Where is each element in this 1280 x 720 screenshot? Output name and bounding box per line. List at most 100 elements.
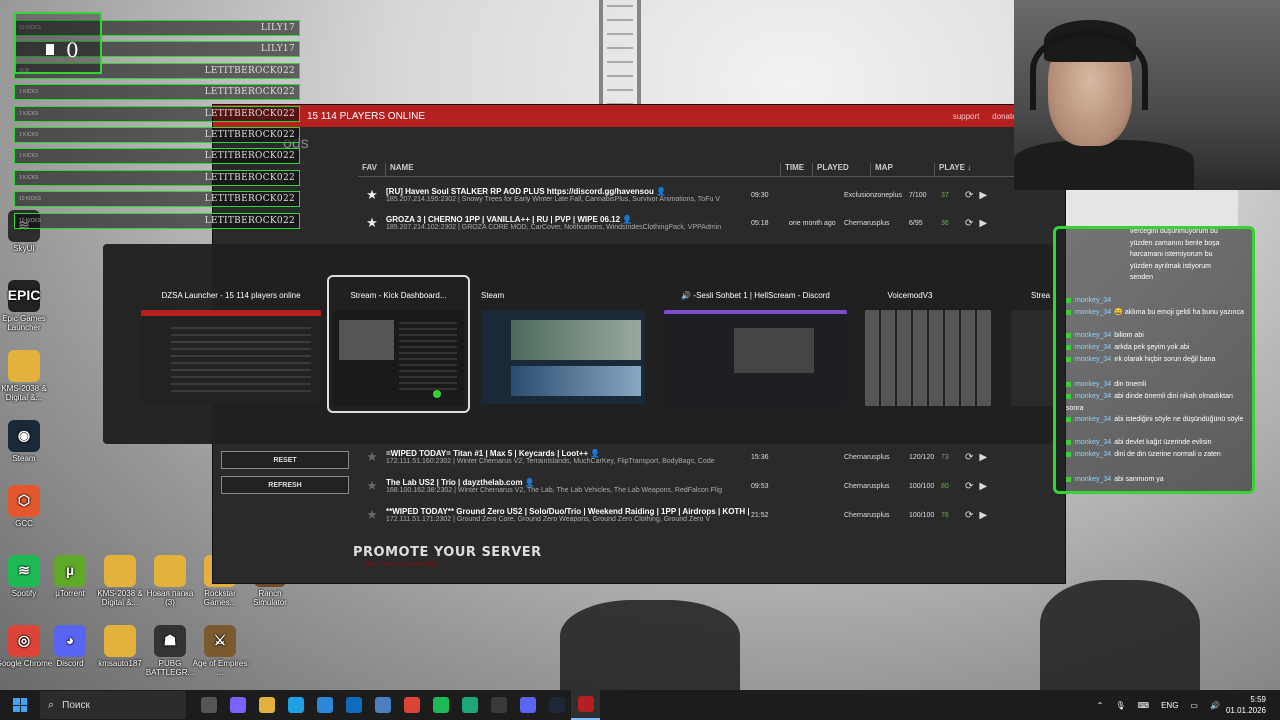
language-indicator[interactable]: ENG [1161,701,1178,710]
favorite-star-icon[interactable]: ★ [358,215,386,231]
promote-server-heading[interactable]: PROMOTE YOUR SERVER [353,545,542,560]
server-players: 7/100 [909,191,927,199]
col-name[interactable]: NAME [386,163,781,176]
play-icon[interactable]: ▶ [979,510,987,521]
clock-date: 01.01.2026 [1225,706,1266,715]
favorite-star-icon[interactable]: ★ [358,478,386,494]
microphone-icon[interactable]: 🎙 [1115,701,1125,710]
headset-icon [1030,30,1148,110]
switcher-thumb-discord[interactable] [664,310,847,406]
play-icon[interactable]: ▶ [979,481,987,492]
play-icon[interactable]: ▶ [979,190,987,201]
keyboard-icon[interactable]: ⌨ [1138,701,1150,710]
taskbar-app-app-gray[interactable] [484,690,513,720]
start-button[interactable] [0,690,40,720]
switcher-thumb-stream2[interactable] [1011,310,1053,406]
reset-button[interactable]: RESET [221,451,349,469]
favorite-star-icon[interactable]: ★ [358,507,386,523]
switcher-thumb-kick[interactable] [333,310,464,406]
desktop-icon[interactable]: EPIC Epic Games Launcher [0,280,53,333]
chat-text: abi istediğini söyle ne düşündüğünü söyl… [1114,416,1244,423]
desktop-icon[interactable]: ⚔ Age of Empires ... [191,625,249,678]
app-icon: ⬡ [8,485,40,517]
app-icon [104,555,136,587]
favorite-star-icon[interactable]: ★ [358,187,386,203]
favorite-star-icon[interactable]: ★ [358,449,386,465]
server-name: =WIPED TODAY= Titan #1 | Max 5 | Keycard… [386,449,601,458]
chat-username: monkey_34 [1075,309,1112,316]
steam-icon [548,697,565,713]
server-time: 15:36 [751,453,769,461]
refresh-icon[interactable]: ⟳ [965,481,973,492]
play-icon[interactable]: ▶ [979,452,987,463]
server-row[interactable]: ★ **WIPED TODAY** Ground Zero US2 | Solo/… [358,501,1048,529]
taskbar-app-spotify[interactable] [426,690,455,720]
app-icon: ☗ [154,625,186,657]
server-row[interactable]: ★ =WIPED TODAY= Titan #1 | Max 5 | Keycar… [358,443,1048,471]
thumb-discord-screen [734,328,814,373]
network-icon[interactable]: ▭ [1190,701,1198,710]
user-badge-icon [1066,439,1071,445]
refresh-icon[interactable]: ⟳ [965,510,973,521]
refresh-icon[interactable]: ⟳ [965,218,973,229]
desktop-icon-label: SkyUI [13,244,35,253]
desktop-icon[interactable]: KMS-2038 & Digital &... [0,350,53,403]
col-map[interactable]: MAP [871,163,935,176]
chat-message: monkey_34 abi sanmıom ya [1066,474,1252,486]
server-row[interactable]: ★ The Lab US2 | Trio | dayzthelab.com 👤 16… [358,472,1048,500]
kick-counter-value: 0 [66,38,79,62]
chat-text: 😄 aklıma bu emoji geldi ha bunu yazınca [1114,309,1244,316]
desktop-icon-label: Steam [12,454,36,463]
tray-chevron-icon[interactable]: ⌃ [1097,701,1104,710]
play-icon[interactable]: ▶ [979,218,987,229]
promote-server-subtext[interactable]: Click here for more info [363,561,435,568]
switcher-thumb-steam[interactable] [481,310,645,404]
col-played[interactable]: PLAYED [813,163,871,176]
col-fav[interactable]: FAV [358,163,386,176]
refresh-button[interactable]: REFRESH [221,476,349,494]
taskbar-app-copilot[interactable] [223,690,252,720]
chat-text-line: senden [1130,274,1153,281]
col-time[interactable]: TIME [781,163,813,176]
taskbar-app-task-view[interactable] [194,690,223,720]
user-badge-icon [1066,393,1071,399]
server-time: 05:18 [751,219,769,227]
switcher-thumb-dzsa[interactable] [141,310,321,404]
taskbar-app-app-blue[interactable] [368,690,397,720]
col-players[interactable]: PLAYE ↓ [935,163,975,176]
outlook-icon [345,697,362,713]
switcher-title-voicemod: VoicemodV3 [887,291,933,300]
app-icon: ⚔ [204,625,236,657]
taskbar-app-edge[interactable] [281,690,310,720]
chat-username: monkey_34 [1075,344,1112,351]
taskbar-app-discord[interactable] [513,690,542,720]
taskbar-app-explorer[interactable] [252,690,281,720]
chat-text: arkda pek şeyim yok abi [1114,344,1190,351]
taskbar-app-store[interactable] [310,690,339,720]
taskbar-apps [194,690,600,720]
kick-count: 1 KICKS [19,110,39,117]
app-icon: ◕ [54,625,86,657]
refresh-icon[interactable]: ⟳ [965,190,973,201]
clock[interactable]: 5:59 01.01.2026 [1226,694,1266,716]
server-row[interactable]: ★ [RU] Haven Soul STALKER RP AOD PLUS htt… [358,181,1048,209]
taskbar-app-chrome[interactable] [397,690,426,720]
volume-icon[interactable]: 🔊 [1210,701,1220,710]
taskbar-app-dzsa[interactable] [571,690,600,720]
refresh-icon[interactable]: ⟳ [965,452,973,463]
switcher-thumb-voicemod[interactable] [865,310,991,406]
server-map: Chernarusplus [844,453,890,461]
chat-username: monkey_34 [1075,476,1112,483]
taskbar-app-steam[interactable] [542,690,571,720]
chat-text-line: harcamanı istemiyorum bu [1130,251,1213,258]
desktop-icon[interactable]: ◉ Steam [0,420,53,464]
server-name: GROZA 3 | CHERNO 1PP | VANILLA++ | RU | … [386,215,633,224]
taskbar-app-app-green[interactable] [455,690,484,720]
support-link[interactable]: support [953,112,980,121]
desktop-icon[interactable]: ⬡ GCC [0,485,53,529]
server-row[interactable]: ★ GROZA 3 | CHERNO 1PP | VANILLA++ | RU |… [358,209,1048,237]
donate-link[interactable]: donate [992,112,1016,121]
taskbar-app-outlook[interactable] [339,690,368,720]
taskbar-search[interactable]: ⌕ Поиск [40,691,186,719]
server-name-cell: =WIPED TODAY= Titan #1 | Max 5 | Keycard… [386,449,751,465]
